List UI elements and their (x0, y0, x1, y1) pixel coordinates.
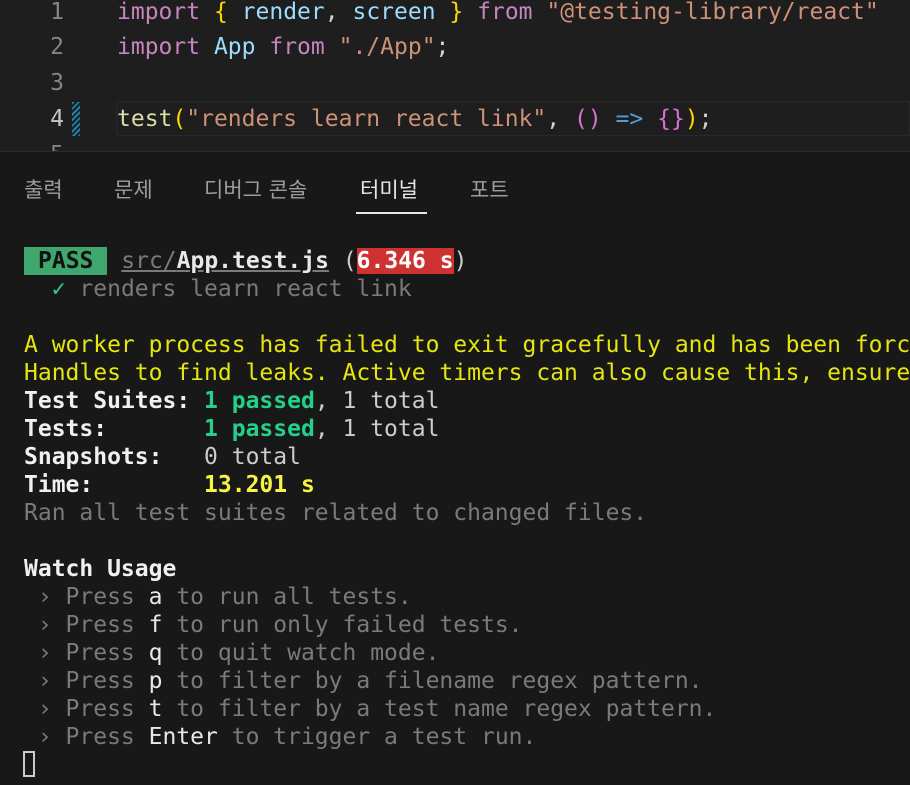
tab-problems[interactable]: 문제 (114, 176, 153, 204)
summary-time: Time: 13.201 s (24, 471, 315, 499)
snapshots-value: 0 total (204, 444, 301, 470)
watch-key: Enter (148, 724, 218, 750)
tab-terminal[interactable]: 터미널 (360, 176, 418, 204)
code-text: import { render, screen } from "@testing… (117, 0, 879, 25)
test-result-line: PASS src/App.test.js (6.346 s) (24, 247, 467, 275)
file-dir: src/ (121, 248, 177, 274)
ran-all-line: Ran all test suites related to changed f… (24, 500, 648, 526)
code-line[interactable]: 1 import { render, screen } from "@testin… (0, 0, 910, 30)
suites-total: , 1 total (314, 388, 440, 414)
tests-label: Tests: (24, 416, 108, 442)
suites-passed: 1 passed (204, 388, 315, 414)
warning-line-1: A worker process has failed to exit grac… (24, 332, 910, 358)
line-number: 4 (50, 106, 64, 132)
watch-usage-item: › Press p to filter by a filename regex … (24, 668, 703, 694)
watch-usage-item: › Press f to run only failed tests. (24, 612, 523, 638)
summary-test-suites: Test Suites: 1 passed, 1 total (24, 387, 439, 415)
duration-badge: 6.346 s (356, 248, 454, 274)
watch-usage-item: › Press Enter to trigger a test run. (24, 724, 537, 750)
summary-snapshots: Snapshots: 0 total (24, 443, 301, 471)
watch-key: a (148, 584, 163, 610)
test-case-name: renders learn react link (79, 276, 412, 302)
check-icon: ✓ (51, 276, 66, 302)
tab-debug-console[interactable]: 디버그 콘솔 (204, 176, 307, 204)
line-number: 1 (50, 0, 64, 25)
panel-tabs: 출력 문제 디버그 콘솔 터미널 포트 (0, 152, 910, 216)
tests-passed: 1 passed (204, 416, 315, 442)
watch-usage-item: › Press a to run all tests. (24, 584, 412, 610)
watch-key: f (148, 612, 163, 638)
time-label: Time: (24, 472, 94, 498)
suites-label: Test Suites: (24, 388, 191, 414)
file-name: App.test.js (176, 248, 329, 274)
code-line[interactable]: 4 test("renders learn react link", () => … (0, 101, 910, 137)
warning-line-2: Handles to find leaks. Active timers can… (24, 360, 910, 386)
watch-key: q (148, 640, 163, 666)
line-number: 3 (50, 70, 64, 96)
code-line[interactable]: 5 (0, 137, 910, 151)
line-number: 2 (50, 34, 64, 60)
tab-output[interactable]: 출력 (24, 176, 63, 204)
snapshots-label: Snapshots: (24, 444, 163, 470)
watch-key: p (148, 668, 163, 694)
summary-tests: Tests: 1 passed, 1 total (24, 415, 439, 443)
terminal-cursor (23, 751, 35, 777)
watch-usage-title: Watch Usage (24, 556, 177, 582)
bottom-panel: 출력 문제 디버그 콘솔 터미널 포트 PASS src/App.test.js… (0, 151, 910, 785)
code-text: import App from "./App"; (117, 34, 450, 60)
watch-usage-item: › Press q to quit watch mode. (24, 640, 440, 666)
test-case-line: ✓ renders learn react link (24, 275, 412, 303)
tab-ports[interactable]: 포트 (470, 176, 509, 204)
code-line[interactable]: 3 (0, 65, 910, 101)
tests-total: , 1 total (314, 416, 440, 442)
pass-badge: PASS (24, 247, 108, 275)
watch-key: t (148, 696, 163, 722)
active-tab-underline (356, 212, 427, 214)
code-line[interactable]: 2 import App from "./App"; (0, 29, 910, 65)
line-number: 5 (0, 137, 64, 151)
code-editor[interactable]: 1 import { render, screen } from "@testin… (0, 0, 910, 151)
code-text: test("renders learn react link", () => {… (117, 106, 713, 132)
time-value: 13.201 s (204, 472, 315, 498)
watch-usage-item: › Press t to filter by a test name regex… (24, 696, 717, 722)
